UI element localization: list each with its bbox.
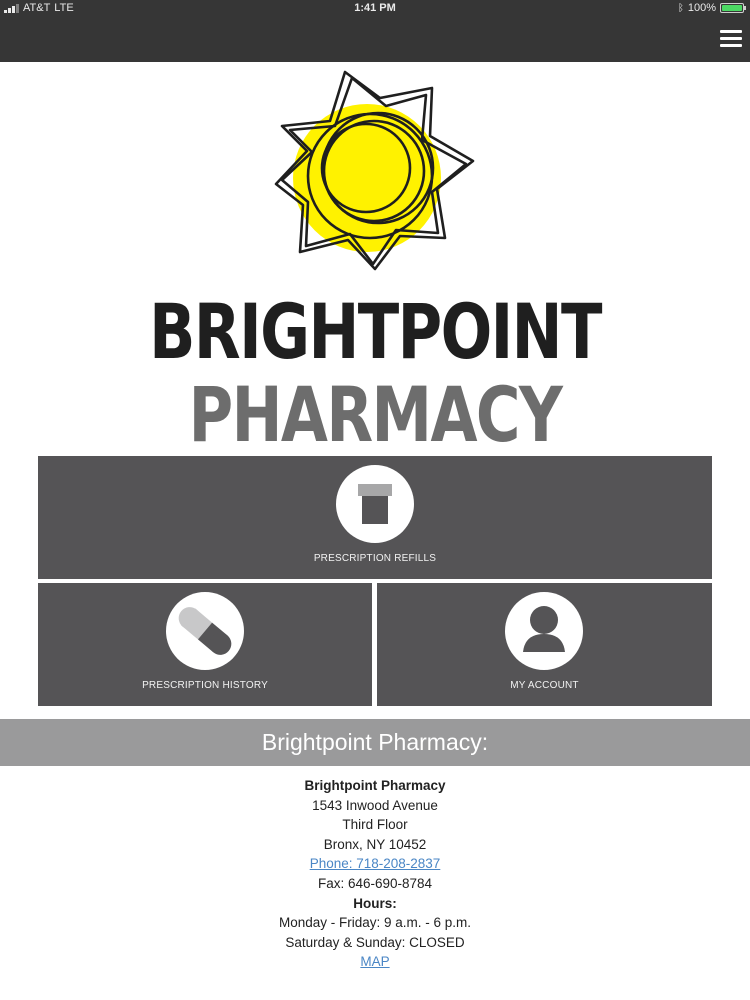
status-bar: AT&T LTE 1:41 PM ᛒ 100% <box>0 0 750 18</box>
top-navigation-bar: AT&T LTE 1:41 PM ᛒ 100% <box>0 0 750 62</box>
prescription-refills-tile[interactable]: PRESCRIPTION REFILLS <box>38 456 712 579</box>
prescription-history-tile[interactable]: PRESCRIPTION HISTORY <box>38 583 372 706</box>
refills-icon-circle <box>336 465 414 543</box>
contact-name: Brightpoint Pharmacy <box>304 778 446 793</box>
contact-fax: Fax: 646-690-8784 <box>317 875 433 891</box>
hours-weekday: Monday - Friday: 9 a.m. - 6 p.m. <box>278 915 472 931</box>
bluetooth-icon: ᛒ <box>677 2 684 14</box>
hours-weekend: Saturday & Sunday: CLOSED <box>285 934 465 950</box>
battery-percent: 100% <box>687 2 716 14</box>
contact-info: Brightpoint Pharmacy 1543 Inwood Avenue … <box>0 776 750 972</box>
sun-core-fill <box>293 104 441 252</box>
user-icon <box>523 606 565 652</box>
hours-heading: Hours: <box>353 895 397 911</box>
brand-name-pharmacy: PHARMACY <box>188 370 563 459</box>
map-link[interactable]: MAP <box>360 954 389 969</box>
contact-city-state-zip: Bronx, NY 10452 <box>323 836 427 852</box>
pill-bottle-icon <box>358 484 392 524</box>
pharmacy-info-banner: Brightpoint Pharmacy: <box>0 719 750 766</box>
hamburger-menu-icon[interactable] <box>720 30 742 48</box>
contact-address-line1: 1543 Inwood Avenue <box>312 797 438 813</box>
my-account-label: MY ACCOUNT <box>510 680 579 691</box>
status-time: 1:41 PM <box>354 2 396 14</box>
contact-address-line2: Third Floor <box>342 817 408 833</box>
my-account-tile[interactable]: MY ACCOUNT <box>377 583 712 706</box>
phone-link[interactable]: Phone: 718-208-2837 <box>310 856 441 871</box>
battery-icon <box>720 3 746 13</box>
history-icon-circle <box>166 592 244 670</box>
status-right: ᛒ 100% <box>677 2 746 14</box>
account-icon-circle <box>505 592 583 670</box>
prescription-refills-label: PRESCRIPTION REFILLS <box>313 553 437 564</box>
brightpoint-sun-logo <box>274 70 475 271</box>
capsule-icon <box>178 607 232 655</box>
prescription-history-label: PRESCRIPTION HISTORY <box>142 680 268 691</box>
